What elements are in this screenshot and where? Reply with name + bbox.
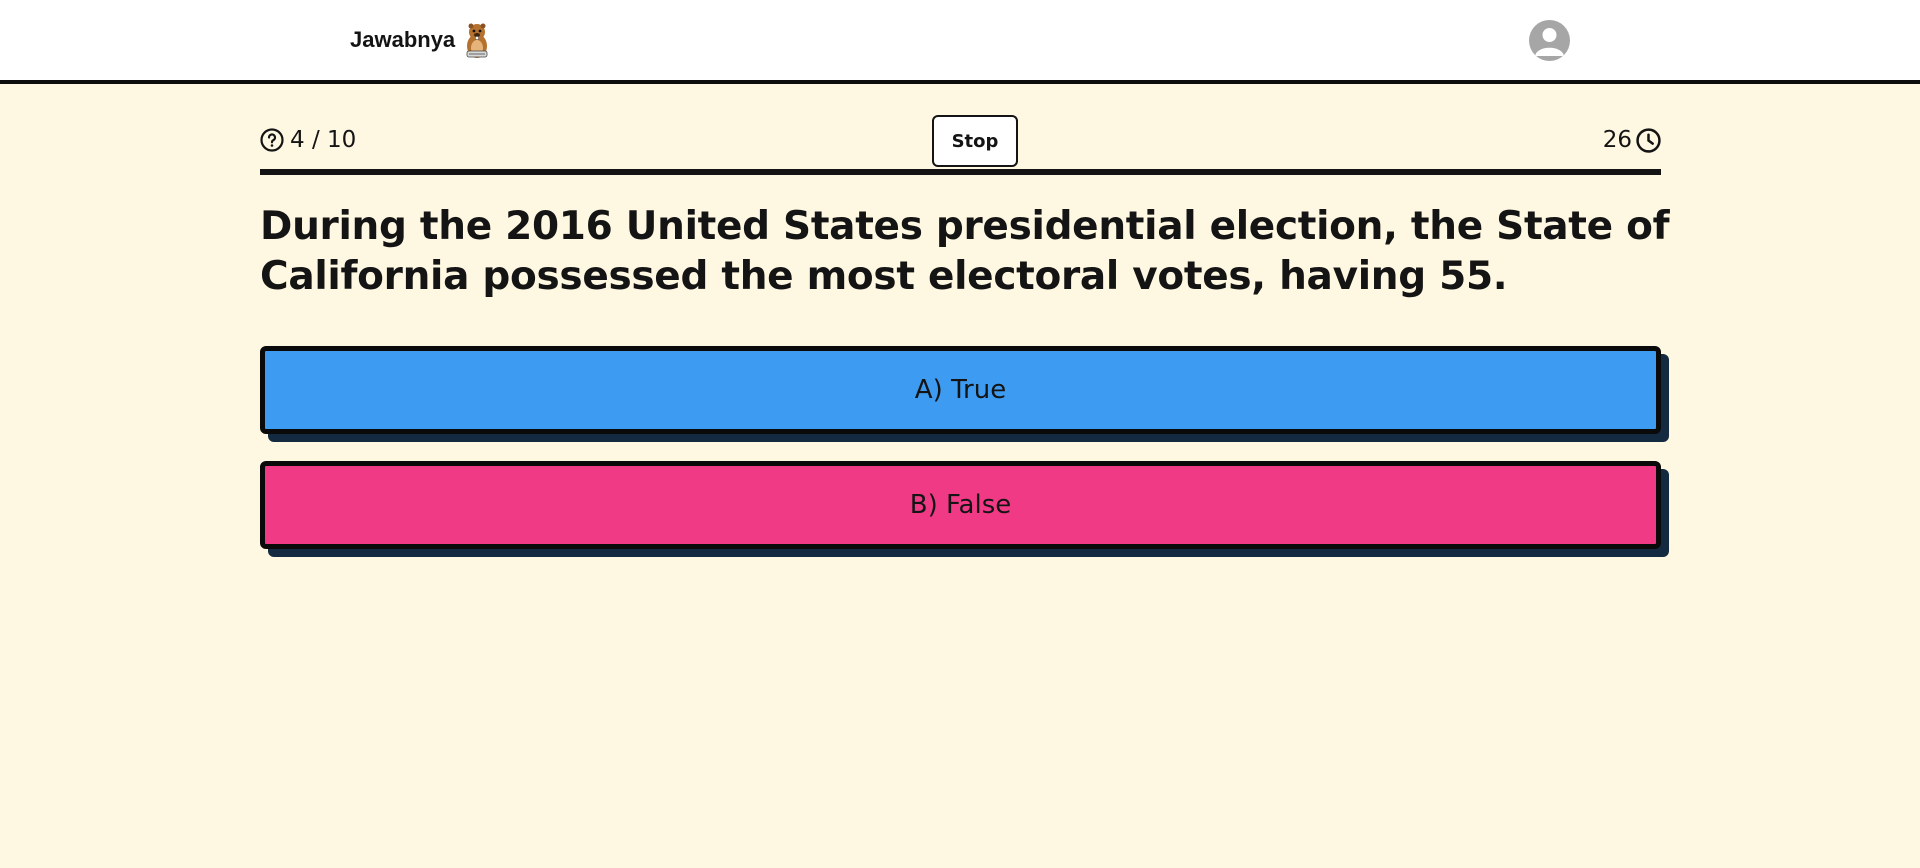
question-counter-text: 4 / 10 bbox=[290, 127, 357, 153]
user-avatar-button[interactable] bbox=[1529, 20, 1570, 61]
brand-name: Jawabnya bbox=[350, 27, 456, 52]
answer-option-false[interactable]: B) False bbox=[260, 461, 1661, 549]
progress-divider bbox=[260, 169, 1661, 175]
quiz-status-bar: 4 / 10 Stop 26 bbox=[260, 115, 1661, 175]
brand-logo[interactable]: Jawabnya bbox=[350, 20, 493, 60]
question-text: During the 2016 United States presidenti… bbox=[260, 204, 1670, 299]
beaver-mascot-icon bbox=[466, 23, 488, 58]
answer-option-true[interactable]: A) True bbox=[260, 346, 1661, 434]
answer-option-label: B) False bbox=[909, 490, 1012, 520]
countdown-timer: 26 bbox=[1603, 127, 1661, 153]
answer-option-label: A) True bbox=[914, 375, 1007, 405]
stop-button[interactable]: Stop bbox=[932, 115, 1018, 167]
clock-icon bbox=[1636, 127, 1661, 153]
question-circle-icon bbox=[260, 128, 284, 152]
top-navigation-bar: Jawabnya bbox=[0, 0, 1920, 84]
user-avatar-icon bbox=[1535, 28, 1564, 56]
question-counter: 4 / 10 bbox=[260, 127, 356, 153]
timer-value: 26 bbox=[1602, 127, 1632, 153]
